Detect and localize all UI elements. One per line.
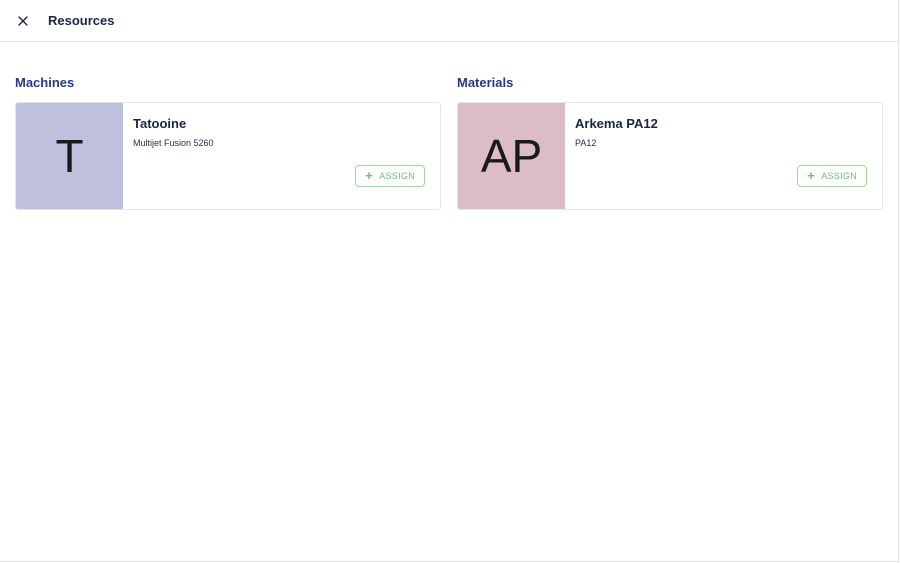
close-icon bbox=[18, 15, 28, 26]
assign-button-label: ASSIGN bbox=[379, 171, 415, 181]
material-type: PA12 bbox=[575, 138, 597, 148]
material-avatar: AP bbox=[458, 103, 565, 209]
plus-icon: + bbox=[807, 168, 816, 183]
assign-material-button[interactable]: + ASSIGN bbox=[797, 165, 867, 187]
material-card-body: Arkema PA12 PA12 + ASSIGN bbox=[565, 103, 882, 209]
machines-section: Machines T Tatooine Multijet Fusion 5260… bbox=[15, 75, 441, 210]
material-name: Arkema PA12 bbox=[575, 116, 658, 131]
assign-machine-button[interactable]: + ASSIGN bbox=[355, 165, 425, 187]
plus-icon: + bbox=[365, 168, 374, 183]
machine-card-body: Tatooine Multijet Fusion 5260 + ASSIGN bbox=[123, 103, 440, 209]
resources-panel: Resources Machines T Tatooine Multijet F… bbox=[0, 0, 899, 562]
materials-section-title: Materials bbox=[457, 75, 514, 90]
material-card: AP Arkema PA12 PA12 + ASSIGN bbox=[457, 102, 883, 210]
close-button[interactable] bbox=[15, 13, 31, 29]
page-title: Resources bbox=[48, 13, 115, 28]
resource-sections: Machines T Tatooine Multijet Fusion 5260… bbox=[15, 75, 883, 210]
machine-avatar: T bbox=[16, 103, 123, 209]
machine-name: Tatooine bbox=[133, 116, 187, 131]
panel-header: Resources bbox=[0, 0, 898, 42]
machine-model: Multijet Fusion 5260 bbox=[133, 138, 214, 148]
assign-button-label: ASSIGN bbox=[821, 171, 857, 181]
machines-section-title: Machines bbox=[15, 75, 75, 90]
materials-section: Materials AP Arkema PA12 PA12 + ASSIGN bbox=[457, 75, 883, 210]
machine-card: T Tatooine Multijet Fusion 5260 + ASSIGN bbox=[15, 102, 441, 210]
